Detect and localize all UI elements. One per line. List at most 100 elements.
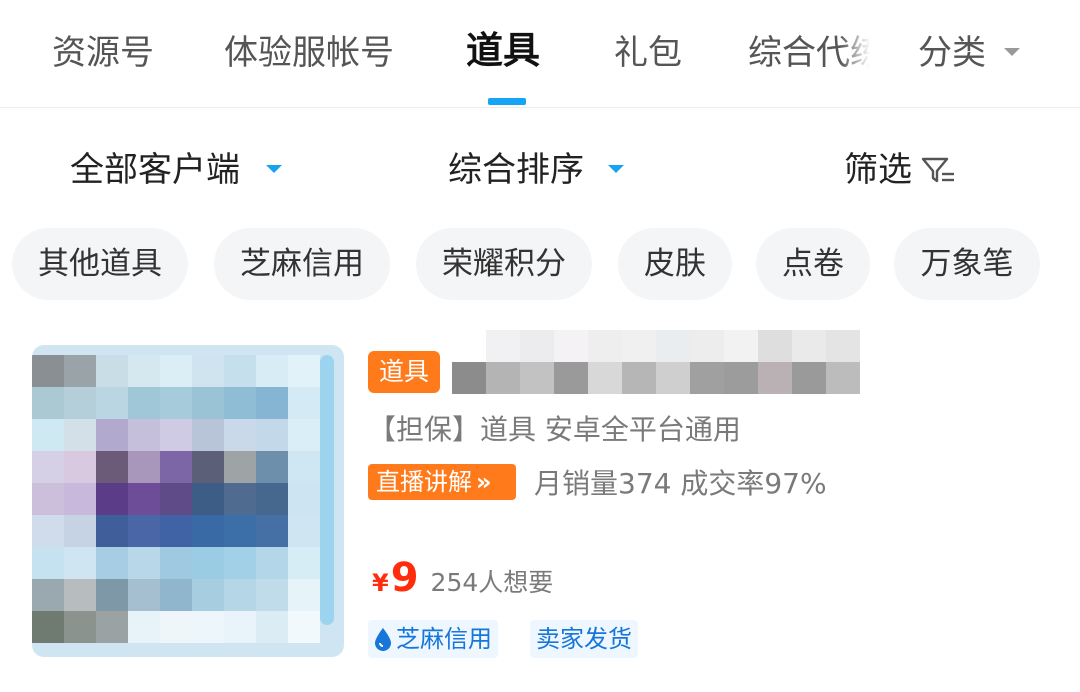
thumbnail-pixel xyxy=(128,451,160,483)
thumbnail-pixel xyxy=(256,451,288,483)
price-row: ¥9 254人想要 xyxy=(372,555,553,615)
thumbnail-pixel xyxy=(96,387,128,419)
thumbnail-pixel xyxy=(256,419,288,451)
product-subtitle: 【担保】道具 安卓全平台通用 xyxy=(368,413,741,446)
chip-wanxiang-pen[interactable]: 万象笔 xyxy=(894,228,1040,300)
thumbnail-pixel xyxy=(160,579,192,611)
title-pixel xyxy=(554,362,588,394)
chip-honor-points[interactable]: 荣耀积分 xyxy=(416,228,592,300)
client-filter-dropdown[interactable]: 全部客户端 xyxy=(70,145,240,195)
filter-button[interactable]: 筛选 xyxy=(844,145,912,195)
thumbnail-pixel xyxy=(288,579,320,611)
thumbnail-pixel xyxy=(160,611,192,643)
thumbnail-pixel xyxy=(64,611,96,643)
product-title-blurred[interactable] xyxy=(452,330,864,394)
tab-scroll-fade xyxy=(840,0,870,106)
thumbnail-pixel xyxy=(32,515,64,547)
thumbnail-pixel xyxy=(224,483,256,515)
tab-items[interactable]: 道具 xyxy=(466,26,540,76)
active-tab-indicator xyxy=(488,98,526,105)
thumbnail-pixel xyxy=(64,387,96,419)
live-explain-tag[interactable]: 直播讲解» xyxy=(368,464,516,500)
title-pixel xyxy=(792,330,826,362)
thumbnail-pixel xyxy=(256,355,288,387)
chip-skins[interactable]: 皮肤 xyxy=(618,228,732,300)
thumbnail-pixel xyxy=(160,483,192,515)
thumbnail-pixel xyxy=(160,515,192,547)
title-pixel xyxy=(792,362,826,394)
thumbnail-pixel xyxy=(32,451,64,483)
wants-count: 254人想要 xyxy=(430,568,554,597)
price-value: 9 xyxy=(390,555,419,601)
thumbnail-pixel xyxy=(160,387,192,419)
thumbnail-pixel xyxy=(64,515,96,547)
thumbnail-pixel xyxy=(64,547,96,579)
thumbnail-pixel xyxy=(32,579,64,611)
product-thumbnail[interactable] xyxy=(32,345,344,657)
funnel-icon[interactable] xyxy=(920,154,956,186)
thumbnail-pixel xyxy=(96,483,128,515)
thumbnail-pixel xyxy=(288,611,320,643)
tab-category[interactable]: 分类 xyxy=(918,28,986,78)
thumbnail-pixel xyxy=(160,547,192,579)
thumbnail-pixel xyxy=(256,547,288,579)
title-pixel xyxy=(758,362,792,394)
thumbnail-pixel xyxy=(32,547,64,579)
thumbnail-pixel xyxy=(192,579,224,611)
thumbnail-pixel xyxy=(192,547,224,579)
caret-down-icon[interactable] xyxy=(608,165,624,173)
thumbnail-pixel xyxy=(32,419,64,451)
title-pixel xyxy=(622,362,656,394)
thumbnail-pixel xyxy=(128,515,160,547)
thumbnail-pixel xyxy=(224,355,256,387)
thumbnail-pixel xyxy=(288,515,320,547)
thumbnail-pixel xyxy=(256,611,288,643)
thumbnail-pixel xyxy=(96,611,128,643)
thumbnail-pixel xyxy=(32,355,64,387)
thumbnail-pixel xyxy=(128,419,160,451)
title-pixel xyxy=(588,362,622,394)
thumbnail-pixel xyxy=(192,451,224,483)
title-pixel xyxy=(520,330,554,362)
title-pixel xyxy=(690,330,724,362)
sort-dropdown[interactable]: 综合排序 xyxy=(448,145,584,195)
chip-other-items[interactable]: 其他道具 xyxy=(12,228,188,300)
title-pixel xyxy=(656,330,690,362)
chip-coupons[interactable]: 点卷 xyxy=(756,228,870,300)
thumbnail-pixel xyxy=(32,483,64,515)
double-chevron-right-icon: » xyxy=(476,468,492,496)
thumbnail-pixel xyxy=(224,515,256,547)
title-pixel xyxy=(486,362,520,394)
thumbnail-pixel xyxy=(224,547,256,579)
thumbnail-pixel xyxy=(96,579,128,611)
thumbnail-pixel xyxy=(128,355,160,387)
title-pixel xyxy=(486,330,520,362)
title-pixel xyxy=(758,330,792,362)
thumbnail-pixel xyxy=(192,355,224,387)
page: 资源号 体验服帐号 道具 礼包 综合代练 分类 全部客户端 综合排序 筛选 其他… xyxy=(0,0,1080,692)
title-pixel xyxy=(622,330,656,362)
thumbnail-frame xyxy=(320,355,334,625)
thumbnail-pixel xyxy=(96,515,128,547)
tab-gift-pack[interactable]: 礼包 xyxy=(614,28,682,78)
item-type-tag: 道具 xyxy=(368,351,440,393)
thumbnail-pixel xyxy=(192,515,224,547)
thumbnail-pixel xyxy=(288,451,320,483)
thumbnail-pixel xyxy=(192,483,224,515)
tab-resource-account[interactable]: 资源号 xyxy=(52,28,154,78)
title-pixel xyxy=(452,330,486,362)
thumbnail-pixel xyxy=(32,611,64,643)
chip-zhima-credit[interactable]: 芝麻信用 xyxy=(214,228,390,300)
thumbnail-pixel xyxy=(256,387,288,419)
tab-test-server-account[interactable]: 体验服帐号 xyxy=(224,28,394,78)
thumbnail-pixel xyxy=(288,419,320,451)
thumbnail-pixel xyxy=(160,419,192,451)
zhima-credit-badge: 芝麻信用 xyxy=(368,620,498,658)
live-explain-label: 直播讲解 xyxy=(376,468,472,496)
thumbnail-pixel xyxy=(32,387,64,419)
thumbnail-pixel xyxy=(96,547,128,579)
chevron-down-icon[interactable] xyxy=(1004,48,1020,56)
caret-down-icon[interactable] xyxy=(266,165,282,173)
thumbnail-pixel xyxy=(96,451,128,483)
thumbnail-pixel xyxy=(160,355,192,387)
